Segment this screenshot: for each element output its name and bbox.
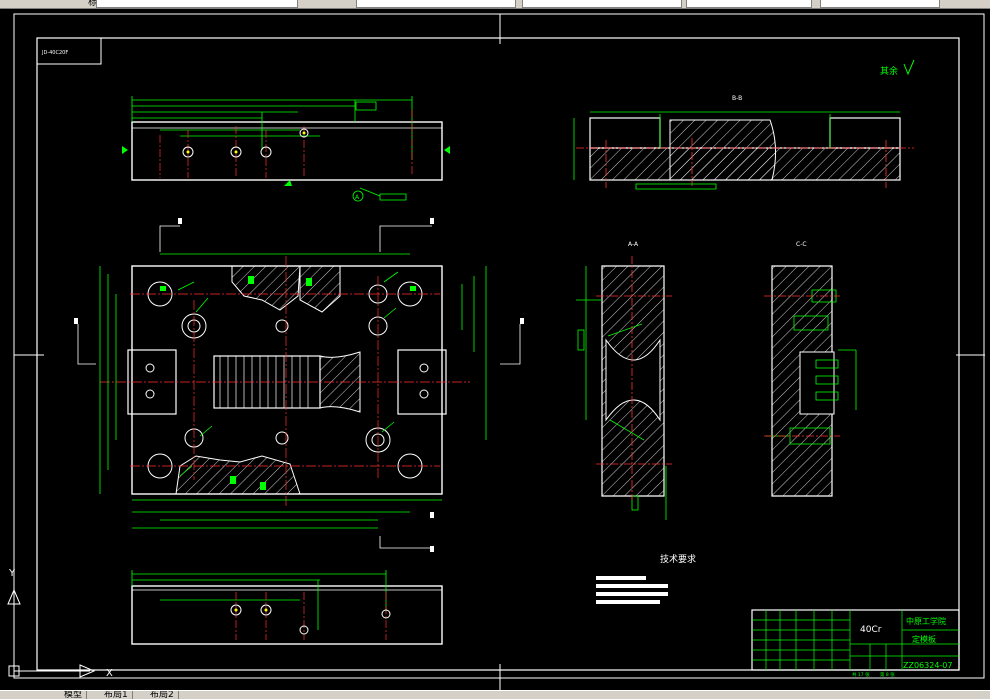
layer-properties-icon[interactable] bbox=[52, 0, 61, 7]
ucs-icon: Y X bbox=[7, 568, 113, 679]
lock-icon[interactable] bbox=[28, 0, 37, 7]
layer-previous-icon[interactable] bbox=[306, 0, 315, 7]
crosshair bbox=[14, 14, 985, 690]
title-block-school: 中原工学院 bbox=[906, 616, 946, 626]
drawing-tag: JD-40C20F bbox=[36, 37, 102, 65]
title-block-material: 40Cr bbox=[860, 625, 882, 635]
layer-dropdown[interactable] bbox=[96, 0, 298, 8]
section-bb-view: B-B bbox=[573, 95, 914, 190]
section-bb-label: B-B bbox=[732, 95, 742, 102]
bottom-view bbox=[131, 570, 443, 645]
ucs-x-label: X bbox=[106, 668, 113, 679]
drawing-tag-label: JD-40C20F bbox=[41, 50, 68, 56]
roughness-symbol-icon bbox=[903, 59, 915, 76]
section-aa-label: A-A bbox=[628, 241, 639, 248]
title-block-drawing-no: ZZ06324-07 bbox=[903, 661, 952, 670]
layer-match-icon[interactable] bbox=[330, 0, 339, 7]
plan-view bbox=[74, 218, 524, 552]
color-dropdown[interactable] bbox=[820, 0, 940, 8]
color-square-icon[interactable] bbox=[40, 0, 49, 7]
datum-label: A bbox=[355, 194, 360, 201]
section-cc-view: C-C bbox=[764, 241, 857, 497]
ucs-y-label: Y bbox=[8, 568, 16, 579]
dim-style-dropdown[interactable] bbox=[522, 0, 682, 8]
title-block-sheet-count: 共 17 张 bbox=[852, 671, 870, 678]
title-block-sheet-index: 第 8 张 bbox=[880, 671, 895, 678]
roughness-note-text: 其余 bbox=[880, 65, 898, 77]
section-aa-view: A-A bbox=[576, 241, 672, 520]
tech-requirements-title: 技术要求 bbox=[660, 553, 696, 565]
tech-requirements: 技术要求 bbox=[596, 553, 696, 604]
linetype-dropdown[interactable] bbox=[686, 0, 812, 8]
title-block: 40Cr 中原工学院 定模板 ZZ06324-07 共 17 张 第 8 张 bbox=[751, 609, 960, 678]
top-view: A bbox=[122, 96, 450, 202]
drawing-canvas[interactable]: JD-40C20F 其余 A B-B A-A C-C 技术要求 40Cr 中原工… bbox=[0, 8, 990, 690]
sheet-border bbox=[13, 13, 985, 679]
section-cc-label: C-C bbox=[796, 241, 807, 248]
roughness-note: 其余 bbox=[880, 59, 915, 77]
layer-icon[interactable] bbox=[4, 0, 13, 7]
text-style-dropdown[interactable] bbox=[356, 0, 516, 8]
freeze-icon[interactable] bbox=[16, 0, 25, 7]
title-block-part-name: 定模板 bbox=[912, 634, 936, 644]
